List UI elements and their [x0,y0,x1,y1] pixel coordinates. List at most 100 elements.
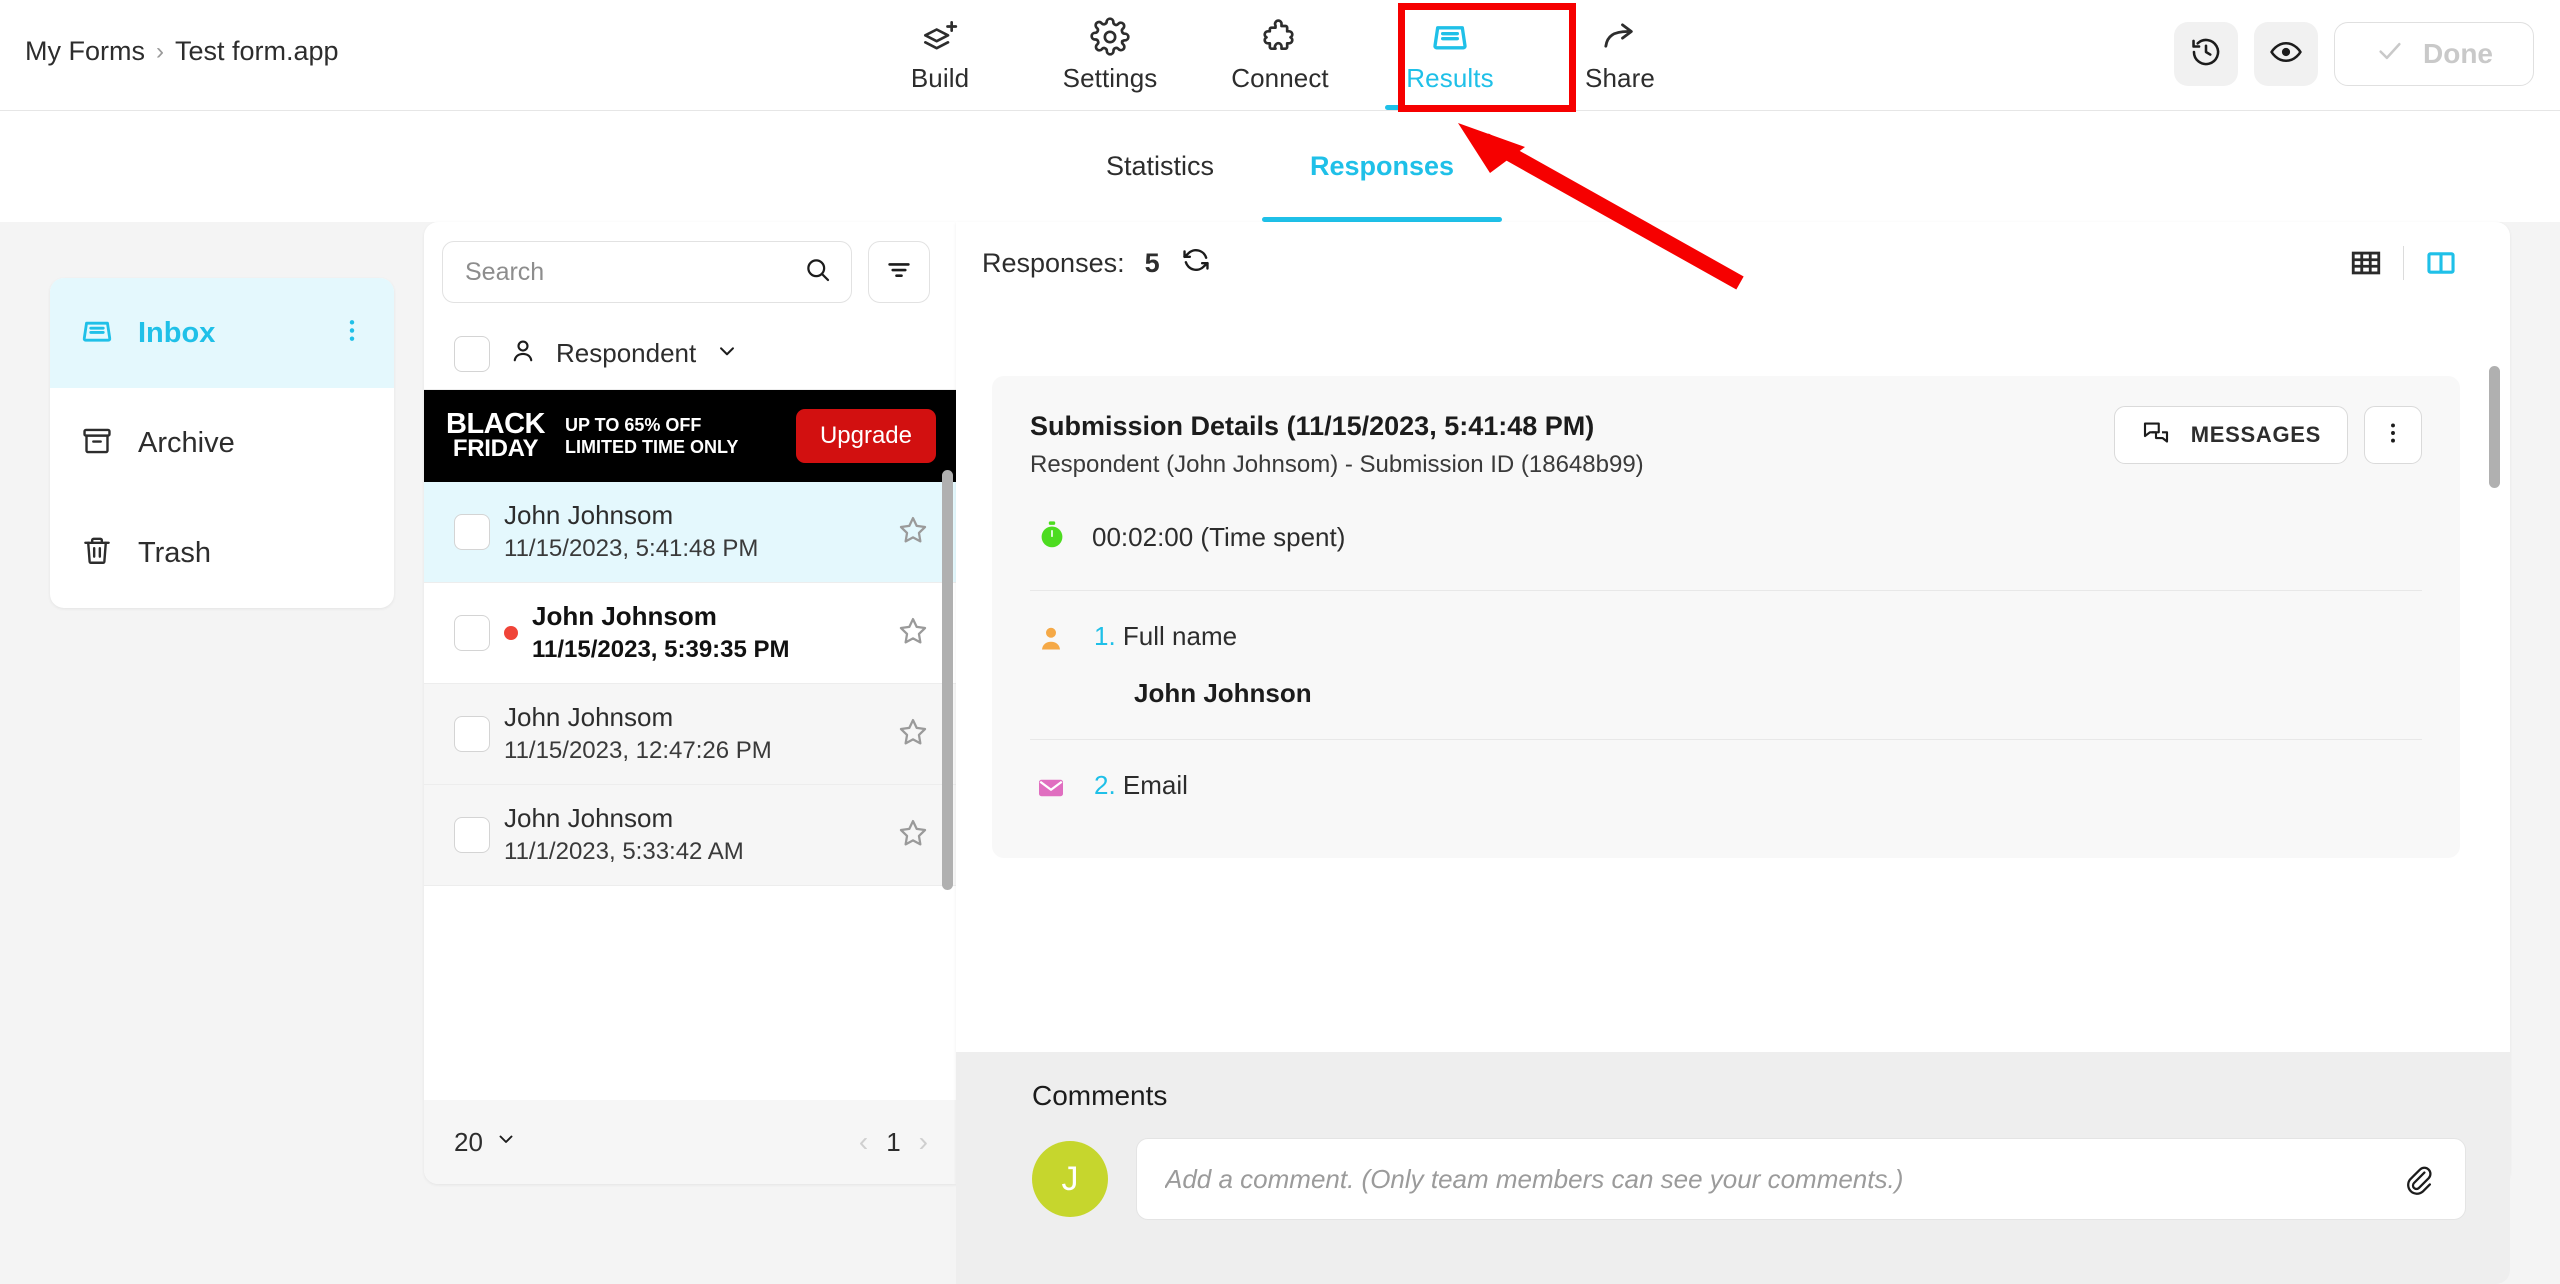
search-icon[interactable] [803,255,833,290]
search-input[interactable] [465,257,793,287]
split-panel-icon[interactable] [2404,234,2478,292]
sidebar-item-inbox-label: Inbox [138,316,216,349]
nav-item-share[interactable]: Share [1535,0,1705,110]
inbox-kebab-menu-icon[interactable] [338,317,366,350]
sidebar-item-trash[interactable]: Trash [50,498,394,608]
response-list-item[interactable]: John Johnsom 11/1/2023, 5:33:42 AM [424,785,956,886]
response-item-date: 11/15/2023, 12:47:26 PM [504,737,772,765]
pagination: ‹ 1 › [859,1126,928,1158]
kebab-menu-icon [2380,420,2406,451]
sidebar-item-trash-label: Trash [138,536,212,569]
submission-kebab-menu-button[interactable] [2364,406,2422,464]
nav-item-results[interactable]: Results [1365,0,1535,110]
submission-field-row: 1. Full name John Johnson [1030,589,2422,739]
response-item-date: 11/1/2023, 5:33:42 AM [504,838,744,866]
nav-item-build-label: Build [910,62,970,93]
submission-field-body: 2. Email [1094,770,2422,808]
responses-list-panel: Respondent BLACK FRIDAY UP TO 65% OFF LI… [424,222,956,1184]
comments-section: Comments J [956,1052,2510,1284]
response-checkbox[interactable] [454,716,490,752]
breadcrumb-current[interactable]: Test form.app [175,36,339,67]
response-list-item[interactable]: John Johnsom 11/15/2023, 5:39:35 PM [424,583,956,684]
share-arrow-icon [1600,17,1640,57]
sidebar-item-archive[interactable]: Archive [50,388,394,498]
chat-bubbles-icon [2141,417,2171,453]
next-page-button[interactable]: › [919,1126,928,1158]
main-nav: Build Settings Connect Results Share [855,0,1705,110]
submission-field-number: 1. [1094,620,1116,651]
nav-item-settings[interactable]: Settings [1025,0,1195,110]
response-checkbox[interactable] [454,514,490,550]
response-item-name: John Johnsom [504,702,674,733]
responses-count-label: Responses: [982,247,1125,278]
tab-statistics-label: Statistics [1105,151,1214,181]
submission-field-label: 1. Full name [1094,621,1237,651]
tab-statistics[interactable]: Statistics [1058,111,1262,222]
upgrade-button[interactable]: Upgrade [795,409,936,463]
comment-input[interactable] [1165,1163,2381,1195]
response-checkbox[interactable] [454,817,490,853]
sidebar-item-archive-label: Archive [138,426,235,459]
submission-field-row: 2. Email [1030,738,2422,838]
response-list-item[interactable]: John Johnsom 11/15/2023, 12:47:26 PM [424,684,956,785]
response-checkbox[interactable] [454,615,490,651]
chevron-down-icon[interactable] [714,338,740,369]
tab-responses[interactable]: Responses [1261,111,1503,222]
search-row [424,222,956,304]
table-grid-icon[interactable] [2329,234,2403,292]
preview-button[interactable] [2254,22,2318,86]
select-all-checkbox[interactable] [454,335,490,372]
list-column-header: Respondent [424,318,956,390]
breadcrumb: My Forms › Test form.app [25,36,339,67]
paperclip-icon[interactable] [2393,1154,2443,1204]
messages-button[interactable]: MESSAGES [2113,406,2348,464]
header-actions: Done [2174,22,2534,86]
app-header: My Forms › Test form.app Build Settings … [0,0,2560,111]
response-item-main: John Johnsom 11/15/2023, 12:47:26 PM [504,700,882,767]
nav-item-build[interactable]: Build [855,0,1025,110]
star-icon[interactable] [896,614,930,653]
black-friday-logo: BLACK FRIDAY [446,410,546,461]
page-size-value: 20 [454,1126,483,1157]
detail-scrollbar[interactable] [2489,366,2500,488]
eye-icon [2269,35,2303,74]
breadcrumb-root[interactable]: My Forms [25,36,145,67]
star-icon[interactable] [896,513,930,552]
response-item-main: John Johnsom 11/1/2023, 5:33:42 AM [504,801,882,868]
response-item-date: 11/15/2023, 5:39:35 PM [532,636,790,664]
filter-button[interactable] [868,241,930,303]
submission-field-label-text: Full name [1122,620,1238,651]
response-item-name: John Johnsom [532,601,717,632]
layers-plus-icon [920,17,960,57]
responses-count: Responses: 5 [982,244,1212,283]
prev-page-button[interactable]: ‹ [859,1126,868,1158]
response-list-item[interactable]: John Johnsom 11/15/2023, 5:41:48 PM [424,482,956,583]
search-box[interactable] [442,241,852,303]
done-button[interactable]: Done [2334,22,2534,86]
page-size-selector[interactable]: 20 [454,1127,518,1158]
response-item-main: John Johnsom 11/15/2023, 5:41:48 PM [504,498,882,565]
star-icon[interactable] [896,715,930,754]
comment-input-wrapper[interactable] [1136,1138,2466,1220]
envelope-icon [1036,770,1070,808]
submission-detail-panel: Responses: 5 Submission Details (11/15/2… [956,222,2510,1184]
list-scrollbar[interactable] [942,470,953,890]
responses-list: John Johnsom 11/15/2023, 5:41:48 PM John… [424,482,956,886]
black-friday-promo-banner[interactable]: BLACK FRIDAY UP TO 65% OFF LIMITED TIME … [424,390,956,482]
version-history-button[interactable] [2174,22,2238,86]
response-item-date: 11/15/2023, 5:41:48 PM [504,535,759,563]
star-icon[interactable] [896,816,930,855]
refresh-icon[interactable] [1180,244,1212,283]
current-page-number: 1 [886,1126,901,1157]
app-root: My Forms › Test form.app Build Settings … [0,0,2560,1284]
puzzle-piece-icon [1260,17,1300,57]
response-item-main: John Johnsom 11/15/2023, 5:39:35 PM [532,599,882,666]
sidebar-item-inbox[interactable]: Inbox [50,278,394,388]
submission-field-label-text: Email [1122,769,1188,800]
archive-box-icon [80,424,114,463]
responses-count-value: 5 [1144,247,1160,278]
submission-card-header: Submission Details (11/15/2023, 5:41:48 … [1030,406,2422,483]
submission-subtitle: Respondent (John Johnsom) - Submission I… [1030,450,1644,478]
nav-item-connect[interactable]: Connect [1195,0,1365,110]
check-icon [2375,36,2405,73]
